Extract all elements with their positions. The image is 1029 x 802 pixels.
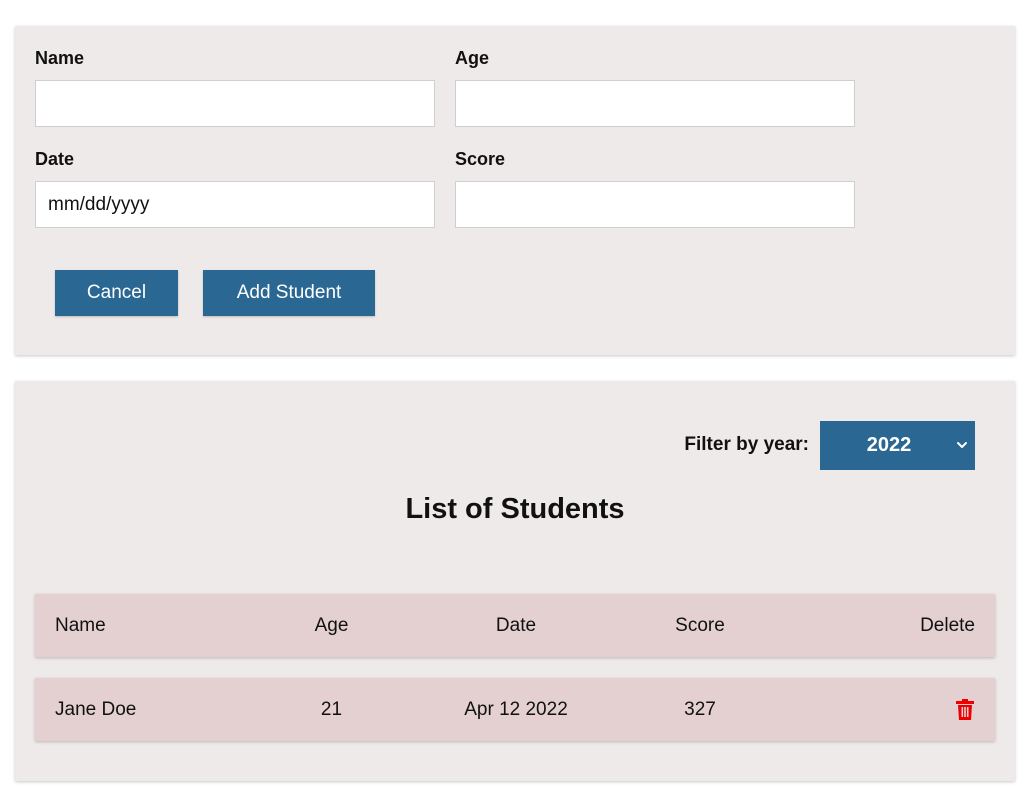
trash-icon[interactable] xyxy=(956,699,974,720)
student-age: 21 xyxy=(320,699,343,720)
table-row: Jane Doe 21 Apr 12 2022 327 xyxy=(35,678,995,741)
age-label: Age xyxy=(455,48,490,68)
age-input[interactable] xyxy=(455,80,855,127)
date-label: Date xyxy=(35,149,75,169)
add-student-form: Name Age Date Score Cancel Add Student xyxy=(15,26,1015,355)
score-field-group: Score xyxy=(455,149,855,228)
student-score: 327 xyxy=(684,699,716,720)
add-student-button[interactable]: Add Student xyxy=(203,270,375,316)
header-age: Age xyxy=(314,615,349,636)
header-date: Date xyxy=(495,615,537,636)
name-field-group: Name xyxy=(35,48,435,127)
table-header-row: Name Age Date Score Delete xyxy=(35,594,995,657)
score-input[interactable] xyxy=(455,181,855,228)
year-filter-select[interactable]: 2022 xyxy=(820,421,975,470)
name-input[interactable] xyxy=(35,80,435,127)
header-delete: Delete xyxy=(920,615,975,636)
date-input[interactable] xyxy=(35,181,435,228)
student-list-panel: Filter by year: 2022 List of Students Na… xyxy=(15,381,1015,781)
student-date: Apr 12 2022 xyxy=(464,699,568,720)
list-title: List of Students xyxy=(405,493,625,525)
name-label: Name xyxy=(35,48,85,68)
header-name: Name xyxy=(55,615,106,636)
year-filter-value: 2022 xyxy=(866,434,912,456)
age-field-group: Age xyxy=(455,48,855,127)
student-name: Jane Doe xyxy=(55,699,137,720)
header-score: Score xyxy=(675,615,725,636)
chevron-down-icon xyxy=(957,442,967,448)
filter-by-year-label: Filter by year: xyxy=(684,434,809,455)
date-field-group: Date xyxy=(35,149,435,228)
score-label: Score xyxy=(455,149,506,169)
cancel-button[interactable]: Cancel xyxy=(55,270,178,316)
